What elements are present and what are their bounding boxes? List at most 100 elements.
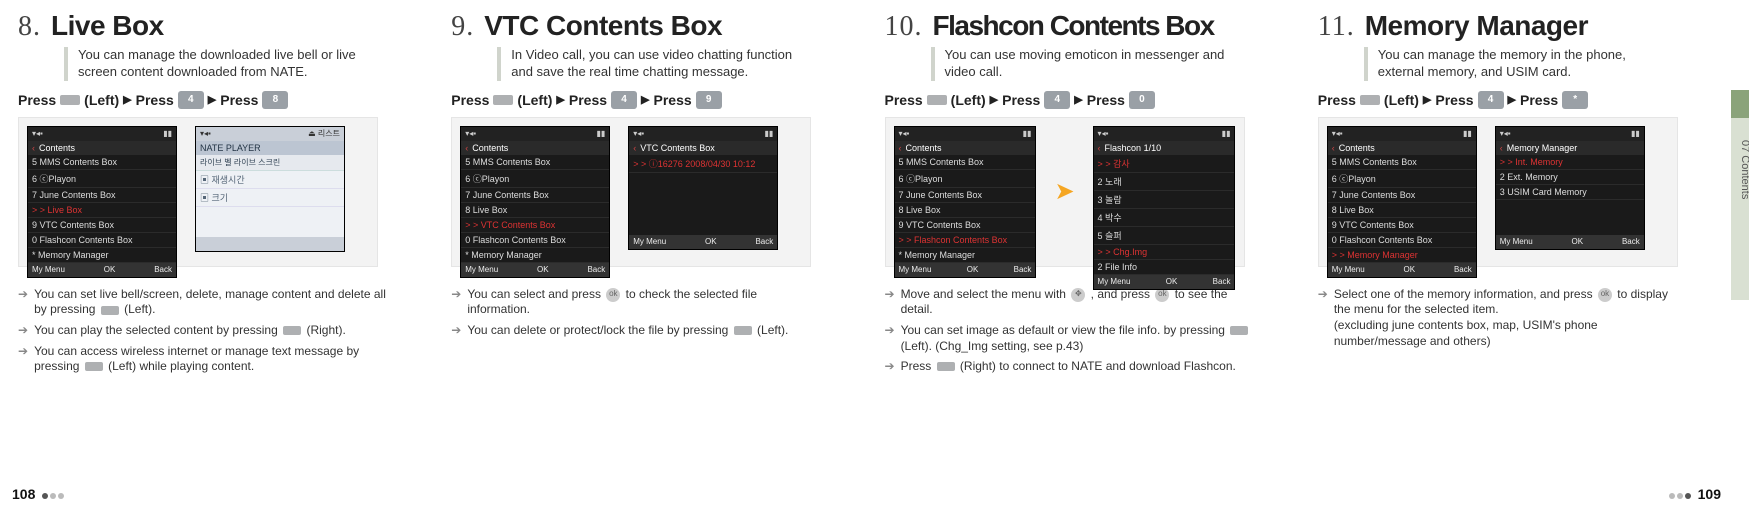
phone-title: Flashcon 1/10 [1105, 143, 1162, 153]
list-item: ▣ 재생시간 [196, 171, 344, 189]
sep-icon: ▶ [556, 93, 564, 106]
phone-title: Memory Manager [1507, 143, 1578, 153]
page-dots-icon [1668, 486, 1692, 502]
press-label: Press [1087, 92, 1125, 108]
phone-statusbar: ▾◂▪▮▮ [629, 127, 777, 141]
list-item: 0 Flashcon Contents Box [461, 233, 609, 248]
note-text: You can set live bell/screen, delete, ma… [34, 287, 388, 318]
section-9: 9. VTC Contents Box In Video call, you c… [433, 0, 866, 510]
page-number: 109 [1698, 486, 1721, 502]
phone-right: ▾◂▪⏏ 리스트 NATE PLAYER 라이브 벨 라이브 스크린 ▣ 재생시… [195, 126, 345, 252]
screenshot-group: ▾◂▪▮▮ ‹Contents 5 MMS Contents Box 6 ⓒPl… [885, 117, 1245, 267]
press-label: Press [569, 92, 607, 108]
softkey-left: My Menu [1098, 277, 1131, 286]
notes: ➔Select one of the memory information, a… [1318, 287, 1688, 349]
softkey-mid: OK [1166, 277, 1178, 286]
note-text: You can select and press ok to check the… [467, 287, 821, 318]
phone-right: ▾◂▪▮▮ ‹Memory Manager > Int. Memory 2 Ex… [1495, 126, 1645, 250]
list-item: ▣ 크기 [196, 189, 344, 207]
list-item: 9 VTC Contents Box [28, 218, 176, 233]
section-title: Live Box [51, 10, 164, 42]
list-item: 6 ⓒPlayon [461, 170, 609, 188]
list-item: * Memory Manager [461, 248, 609, 263]
keycap-icon: 4 [1044, 91, 1070, 109]
list-item: 2 File Info [1094, 260, 1235, 275]
list-item: 5 슬퍼 [1094, 227, 1235, 245]
section-number: 8. [18, 11, 41, 43]
keycap-icon: 4 [611, 91, 637, 109]
section-8: 8. Live Box You can manage the downloade… [0, 0, 433, 510]
softkey-icon [1230, 326, 1248, 335]
list-item-selected: > VTC Contents Box [461, 218, 609, 233]
softkey-icon [283, 326, 301, 335]
softkey-left: My Menu [1332, 265, 1365, 274]
softkey-mid: OK [967, 265, 979, 274]
phone-statusbar: ▾◂▪▮▮ [28, 127, 176, 141]
phone-title: Contents [1339, 143, 1375, 153]
list-item: * Memory Manager [895, 248, 1036, 263]
left-label: (Left) [951, 92, 986, 108]
section-title: VTC Contents Box [484, 10, 722, 42]
list-item: 5 MMS Contents Box [1328, 155, 1476, 170]
left-label: (Left) [517, 92, 552, 108]
sep-icon: ▶ [1423, 93, 1431, 106]
chapter-tab-label: 07 Contents [1739, 140, 1749, 199]
list-item-selected: > 감사 [1094, 155, 1235, 173]
keycap-icon: 4 [178, 91, 204, 109]
list-item: 6 ⓒPlayon [895, 170, 1036, 188]
phone-statusbar: ▾◂▪▮▮ [461, 127, 609, 141]
section-title: Flashcon Contents Box [933, 10, 1214, 42]
softkey-mid: OK [1572, 237, 1584, 246]
phone-title: Contents [906, 143, 942, 153]
section-desc: You can manage the downloaded live bell … [64, 47, 374, 81]
phone-left: ▾◂▪▮▮ ‹Contents 5 MMS Contents Box 6 ⓒPl… [894, 126, 1037, 278]
softkey-right: Back [1622, 237, 1640, 246]
list-item: 2 Ext. Memory [1496, 170, 1644, 185]
softkey-left: My Menu [465, 265, 498, 274]
press-sequence: Press (Left) ▶ Press 4 ▶ Press 8 [18, 91, 415, 109]
press-label: Press [885, 92, 923, 108]
section-number: 10. [885, 11, 923, 43]
list-item: 8 Live Box [1328, 203, 1476, 218]
arrow-icon: ➔ [18, 344, 28, 375]
list-item: 5 MMS Contents Box [28, 155, 176, 170]
notes: ➔You can set live bell/screen, delete, m… [18, 287, 388, 375]
note-text: You can play the selected content by pre… [34, 323, 346, 339]
softkey-left: My Menu [633, 237, 666, 246]
notes: ➔You can select and press ok to check th… [451, 287, 821, 339]
phone-left: ▾◂▪▮▮ ‹Contents 5 MMS Contents Box 6 ⓒPl… [27, 126, 177, 278]
phone-subheader: 라이브 벨 라이브 스크린 [196, 155, 344, 171]
arrow-icon: ➔ [451, 287, 461, 318]
section-11: 11. Memory Manager You can manage the me… [1300, 0, 1749, 510]
list-item: 0 Flashcon Contents Box [1328, 233, 1476, 248]
section-10: 10. Flashcon Contents Box You can use mo… [867, 0, 1300, 510]
list-item-selected: > Flashcon Contents Box [895, 233, 1036, 248]
list-item: 3 놀람 [1094, 191, 1235, 209]
press-label: Press [220, 92, 258, 108]
note-text: Select one of the memory information, an… [1334, 287, 1688, 349]
softkey-left: My Menu [1500, 237, 1533, 246]
list-item: 0 Flashcon Contents Box [28, 233, 176, 248]
note-text: You can access wireless internet or mana… [34, 344, 388, 375]
arrow-icon: ➔ [18, 323, 28, 339]
phone-left: ▾◂▪▮▮ ‹Contents 5 MMS Contents Box 6 ⓒPl… [1327, 126, 1477, 278]
list-item: 4 박수 [1094, 209, 1235, 227]
list-item-selected: > Live Box [28, 203, 176, 218]
press-label: Press [1520, 92, 1558, 108]
section-title: Memory Manager [1365, 10, 1588, 42]
list-item: 5 MMS Contents Box [895, 155, 1036, 170]
note-text: You can delete or protect/lock the file … [467, 323, 788, 339]
phone-statusbar: ▾◂▪▮▮ [1496, 127, 1644, 141]
notes: ➔Move and select the menu with ✥ , and p… [885, 287, 1255, 375]
softkey-right: Back [1213, 277, 1231, 286]
list-item-selected: > ⓘ16276 2008/04/30 10:12 [629, 155, 777, 173]
list-item: 6 ⓒPlayon [28, 170, 176, 188]
ok-icon: ✥ [1071, 288, 1085, 302]
phone-statusbar: ▾◂▪⏏ 리스트 [196, 127, 344, 141]
list-item: 2 노래 [1094, 173, 1235, 191]
list-item: * Memory Manager [28, 248, 176, 263]
screenshot-group: ▾◂▪▮▮ ‹Contents 5 MMS Contents Box 6 ⓒPl… [18, 117, 378, 267]
note-text: You can set image as default or view the… [901, 323, 1255, 354]
section-number: 11. [1318, 11, 1355, 43]
list-item: 3 USIM Card Memory [1496, 185, 1644, 200]
